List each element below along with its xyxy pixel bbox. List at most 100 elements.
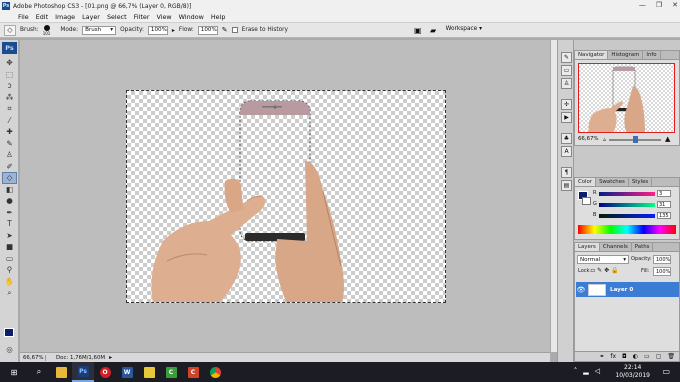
document-canvas[interactable] [126,90,446,303]
tab-histogram[interactable]: Histogram [608,51,644,59]
tab-info[interactable]: Info [643,51,661,59]
canvas-vertical-scrollbar[interactable] [550,40,557,352]
minimize-button[interactable]: — [639,1,646,9]
marquee-tool-icon[interactable]: ⬚ [2,69,17,81]
brush-picker[interactable]: 101 [43,24,50,36]
opacity-input[interactable]: 100% [147,25,168,35]
print-icon[interactable]: ▰ [430,26,436,35]
volume-icon[interactable]: ◁ [595,367,600,375]
actions-panel-icon[interactable]: ▶ [561,112,572,123]
gradient-tool-icon[interactable]: ◧ [2,184,17,196]
magic-wand-tool-icon[interactable]: ⁂ [2,92,17,104]
zoom-out-icon[interactable]: ▵ [603,136,606,143]
hand-tool-icon[interactable]: ✋ [2,276,17,288]
layer-row[interactable]: 👁 Layer 0 [576,282,679,297]
color-r-value[interactable]: 3 [657,190,671,197]
history-panel-icon[interactable]: ✢ [561,99,572,110]
history-brush-tool-icon[interactable]: ✐ [2,161,17,173]
adjustment-layer-icon[interactable]: ◐ [633,353,638,360]
sticky-notes-icon[interactable] [138,362,160,382]
taskbar-clock[interactable]: 22:14 10/03/2019 [615,364,650,380]
zoom-in-icon[interactable]: ▲ [665,135,670,143]
lasso-tool-icon[interactable]: ↄ [2,80,17,92]
slice-tool-icon[interactable]: ⁄ [2,115,17,127]
notes-tool-icon[interactable]: ▭ [2,253,17,265]
tab-paths[interactable]: Paths [632,243,654,251]
color-b-slider[interactable] [599,214,655,218]
fill-input[interactable]: 100% [653,267,671,276]
tab-color[interactable]: Color [575,178,597,186]
maximize-button[interactable]: ❐ [656,1,662,9]
palette-well-icon[interactable]: ▣ [414,26,422,35]
color-b-value[interactable]: 135 [657,212,671,219]
flow-input[interactable]: 100% [197,25,218,35]
close-button[interactable]: ✕ [672,1,678,9]
paragraph-panel-icon[interactable]: ¶ [561,167,572,178]
tab-navigator[interactable]: Navigator [575,51,609,59]
navigator-zoom-slider-knob[interactable] [633,136,638,143]
character-panel-icon[interactable]: A [561,146,572,157]
layer-comps-panel-icon[interactable]: ▤ [561,180,572,191]
airbrush-icon[interactable]: ▸ [172,27,175,34]
clone-stamp-tool-icon[interactable]: ♙ [2,149,17,161]
chrome-icon[interactable] [204,362,226,382]
new-layer-icon[interactable]: ▢ [656,353,662,360]
menu-image[interactable]: Image [55,13,75,21]
brush-tool-icon[interactable]: ✎ [2,138,17,150]
healing-tool-icon[interactable]: ✚ [2,126,17,138]
type-tool-icon[interactable]: T [2,218,17,230]
windows-start-icon[interactable]: ⊞ [0,362,28,382]
color-r-slider[interactable] [599,192,655,196]
workspace-menu[interactable]: Workspace ▾ [446,26,482,32]
brushes-panel-icon[interactable]: ✎ [561,52,572,63]
color-g-slider[interactable] [599,203,655,207]
layer-mask-icon[interactable]: ◘ [622,353,627,360]
move-tool-icon[interactable]: ✥ [2,57,17,69]
tab-channels[interactable]: Channels [600,243,632,251]
blend-mode-select[interactable]: Normal ▾ [577,255,629,264]
menu-window[interactable]: Window [179,13,204,21]
visibility-eye-icon[interactable]: 👁 [576,286,586,294]
color-bg-swatch[interactable] [582,197,591,205]
recorder-icon[interactable]: C [182,362,204,382]
layer-style-icon[interactable]: fx [610,353,616,360]
erase-to-history-checkbox[interactable] [231,27,238,33]
document-info[interactable]: Doc: 1,76M/1,60M [46,355,105,361]
notifications-icon[interactable]: ▭ [662,367,670,376]
photoshop-taskbar-icon[interactable]: Ps [72,362,94,382]
search-icon[interactable]: ⌕ [28,362,50,382]
quick-mask-icon[interactable]: ◎ [2,344,17,356]
word-icon[interactable]: W [116,362,138,382]
group-icon[interactable]: ▭ [644,353,650,360]
eraser-tool-icon[interactable]: ◇ [2,172,17,184]
tool-preset-picker[interactable]: ◇ [4,24,16,36]
info-panel-icon[interactable]: ♣ [561,133,572,144]
clone-source-panel-icon[interactable]: ♙ [561,78,572,89]
camtasia-icon[interactable]: C [160,362,182,382]
tab-layers[interactable]: Layers [575,243,600,251]
menu-edit[interactable]: Edit [36,13,48,21]
eyedropper-tool-icon[interactable]: ⚲ [2,264,17,276]
opera-icon[interactable]: O [94,362,116,382]
airbrush-toggle-icon[interactable]: ✎ [222,26,228,34]
chevron-up-icon[interactable]: ˄ [574,367,578,375]
tool-presets-panel-icon[interactable]: ▭ [561,65,572,76]
lock-icons[interactable]: ▫✎✥🔒 [591,267,621,274]
menu-select[interactable]: Select [107,13,127,21]
navigator-zoom-readout[interactable]: 66,67% [578,136,599,142]
color-g-value[interactable]: 31 [657,201,671,208]
shape-tool-icon[interactable]: ■ [2,241,17,253]
crop-tool-icon[interactable]: ⌗ [2,103,17,115]
layer-opacity-input[interactable]: 100% [653,255,671,264]
tab-swatches[interactable]: Swatches [596,178,629,186]
dodge-tool-icon[interactable]: ● [2,195,17,207]
foreground-color-swatch[interactable] [4,328,14,337]
link-layers-icon[interactable]: ⚭ [599,353,604,360]
zoom-tool-icon[interactable]: ⌕ [2,287,17,299]
file-explorer-icon[interactable] [50,362,72,382]
chevron-right-icon[interactable]: ▸ [109,354,112,361]
network-icon[interactable]: ▂ [583,367,588,375]
delete-layer-icon[interactable]: 🗑 [667,353,675,360]
mode-select[interactable]: Brush ▾ [82,25,117,35]
menu-filter[interactable]: Filter [134,13,150,21]
